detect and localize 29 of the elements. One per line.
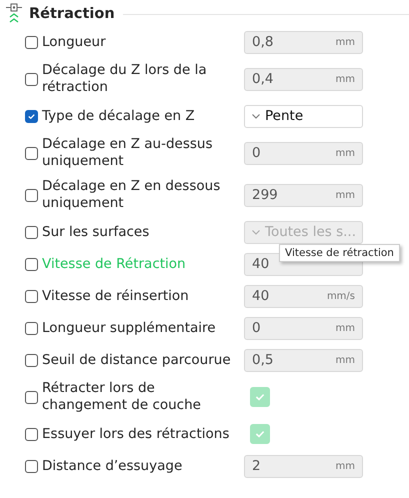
setting-label: Vitesse de Rétraction — [42, 256, 186, 272]
setting-label: Longueur supplémentaire — [42, 320, 216, 336]
setting-label: Vitesse de réinsertion — [42, 288, 189, 304]
chevron-down-icon — [252, 114, 260, 118]
unit-label: mm — [336, 36, 355, 48]
unit-label: mm — [336, 460, 355, 472]
setting-label: Essuyer lors des rétractions — [42, 426, 230, 442]
dropdown[interactable]: Pente — [244, 104, 363, 128]
retraction-icon — [5, 3, 23, 25]
setting-label: Décalage en Z au-dessus uniquement — [42, 136, 214, 170]
setting-label: Décalage du Z lors de la rétraction — [42, 62, 208, 96]
unit-label: mm — [336, 148, 355, 158]
unit-label: mm/s — [326, 290, 355, 302]
chevron-down-icon — [252, 230, 260, 234]
unit-label: mm — [336, 354, 355, 366]
setting-label: Type de décalage en Z — [42, 108, 195, 124]
checkbox[interactable] — [25, 110, 38, 122]
setting-label: Décalage en Z en dessous uniquement — [42, 178, 222, 212]
unit-label: mm — [336, 322, 355, 334]
unit-label: mm — [336, 74, 355, 84]
setting-label: Seuil de distance parcourue — [42, 352, 231, 368]
check-icon — [27, 112, 36, 120]
setting-label: Sur les surfaces — [42, 224, 150, 240]
unit-label: mm — [336, 190, 355, 200]
setting-label: Rétracter lors de changement de couche — [42, 380, 202, 414]
section-title: Rétraction — [29, 6, 115, 22]
setting-label: Distance d’essuyage — [42, 458, 182, 474]
setting-label: Longueur — [42, 34, 106, 50]
tooltip: Vitesse de rétraction — [279, 244, 400, 262]
